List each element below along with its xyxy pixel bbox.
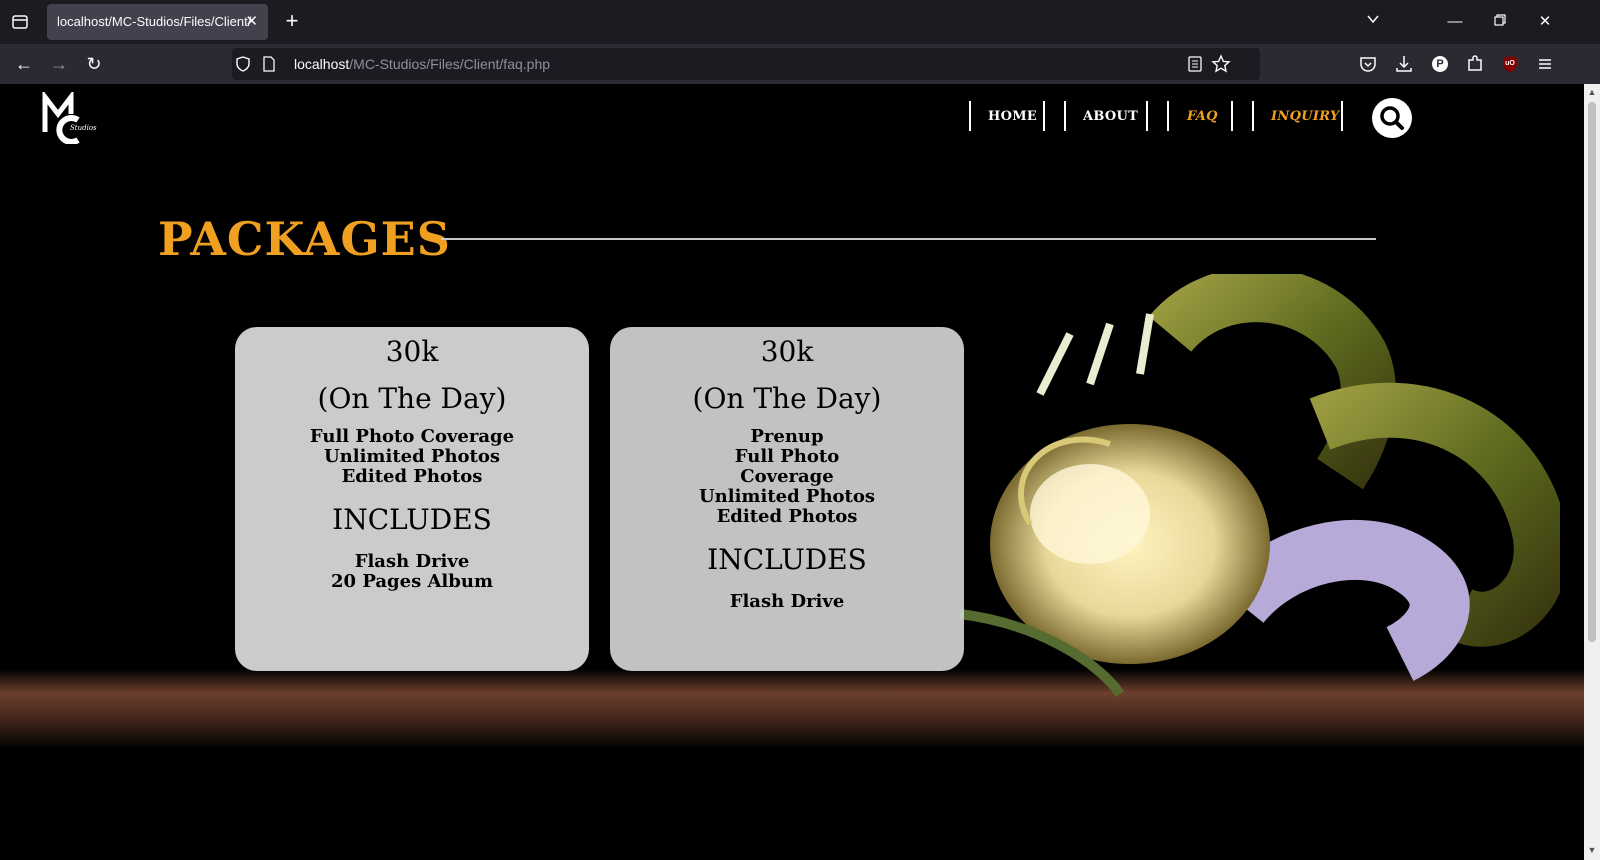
scroll-thumb[interactable]: [1588, 102, 1596, 642]
nav-separator: [1064, 101, 1066, 131]
heading-divider: [441, 238, 1376, 240]
url-text[interactable]: localhost/MC-Studios/Files/Client/faq.ph…: [294, 48, 550, 80]
packages-heading: PACKAGES: [158, 212, 451, 266]
includes-heading: INCLUDES: [332, 503, 492, 536]
restore-icon[interactable]: [1488, 10, 1512, 34]
package-period: (On The Day): [692, 382, 882, 415]
included-items: Flash Drive 20 Pages Album: [235, 552, 589, 592]
included-item: Flash Drive: [354, 551, 470, 572]
tab-title: localhost/MC-Studios/Files/Client/: [57, 14, 252, 29]
package-feature: Coverage: [740, 466, 834, 487]
package-price: 30k: [760, 335, 814, 368]
scroll-up-icon[interactable]: ▲: [1584, 84, 1600, 100]
extension-initial: P: [1436, 58, 1444, 70]
browser-tab[interactable]: localhost/MC-Studios/Files/Client/ ✕: [47, 4, 268, 40]
url-bar[interactable]: localhost/MC-Studios/Files/Client/faq.ph…: [232, 48, 1260, 80]
ublock-icon[interactable]: uO: [1498, 52, 1522, 76]
nav-separator: [1043, 101, 1045, 131]
includes-heading: INCLUDES: [707, 543, 867, 576]
page-viewport: Studios HOME ABOUT FAQ INQUIRY PACKAGES …: [0, 84, 1584, 860]
package-feature: Edited Photos: [341, 466, 483, 487]
nav-separator: [1341, 101, 1343, 131]
logo-text: Studios: [70, 124, 97, 132]
shield-icon[interactable]: [234, 55, 252, 78]
new-tab-button[interactable]: +: [280, 9, 304, 33]
package-card: 30k (On The Day) Prenup Full Photo Cover…: [610, 327, 964, 671]
package-features: Full Photo Coverage Unlimited Photos Edi…: [235, 427, 589, 487]
included-items: Flash Drive: [610, 592, 964, 612]
included-item: 20 Pages Album: [331, 571, 493, 592]
reload-icon[interactable]: ↻: [82, 52, 106, 76]
site-search-button[interactable]: [1372, 98, 1412, 138]
profile-extension-icon[interactable]: P: [1428, 52, 1452, 76]
app-menu-icon[interactable]: [1533, 52, 1557, 76]
included-item: Flash Drive: [729, 591, 845, 612]
browser-tab-bar: localhost/MC-Studios/Files/Client/ ✕ + —…: [0, 0, 1600, 44]
nav-inquiry-link[interactable]: INQUIRY: [1271, 109, 1340, 124]
nav-home-link[interactable]: HOME: [988, 109, 1037, 124]
package-price: 30k: [385, 335, 439, 368]
page-icon: [262, 56, 276, 77]
minimize-icon[interactable]: —: [1443, 10, 1467, 34]
package-features: Prenup Full Photo Coverage Unlimited Pho…: [610, 427, 964, 527]
nav-separator: [1146, 101, 1148, 131]
search-icon: [1380, 106, 1404, 130]
close-tab-icon[interactable]: ✕: [245, 4, 258, 40]
package-feature: Full Photo Coverage: [309, 426, 515, 447]
pocket-icon[interactable]: [1356, 52, 1380, 76]
bookmark-star-icon[interactable]: [1211, 54, 1231, 79]
package-period: (On The Day): [317, 382, 507, 415]
back-icon[interactable]: ←: [12, 52, 36, 76]
close-window-icon[interactable]: ✕: [1533, 10, 1557, 34]
downloads-icon[interactable]: [1392, 52, 1416, 76]
package-feature: Unlimited Photos: [323, 446, 501, 467]
browser-nav-bar: ← → ↻ localhost/MC-Studios/Files/Client/…: [0, 44, 1600, 84]
package-card: 30k (On The Day) Full Photo Coverage Unl…: [235, 327, 589, 671]
nav-separator: [969, 101, 971, 131]
site-logo[interactable]: Studios: [40, 89, 100, 145]
nav-separator: [1231, 101, 1233, 131]
ublock-badge: uO: [1505, 60, 1515, 67]
package-feature: Prenup: [750, 426, 824, 447]
reader-view-icon[interactable]: [1187, 56, 1203, 77]
list-all-tabs-icon[interactable]: [1361, 10, 1385, 34]
package-feature: Full Photo: [734, 446, 840, 467]
package-feature: Unlimited Photos: [698, 486, 876, 507]
background-flower-image: [959, 274, 1560, 697]
nav-separator: [1252, 101, 1254, 131]
extensions-puzzle-icon[interactable]: [1463, 52, 1487, 76]
nav-separator: [1167, 101, 1169, 131]
tab-list-icon[interactable]: [10, 12, 30, 32]
page-scrollbar[interactable]: ▲ ▼: [1584, 84, 1600, 860]
nav-about-link[interactable]: ABOUT: [1083, 109, 1138, 124]
forward-icon[interactable]: →: [47, 52, 71, 76]
package-feature: Edited Photos: [716, 506, 858, 527]
scroll-down-icon[interactable]: ▼: [1584, 842, 1600, 858]
nav-faq-link[interactable]: FAQ: [1187, 109, 1218, 124]
